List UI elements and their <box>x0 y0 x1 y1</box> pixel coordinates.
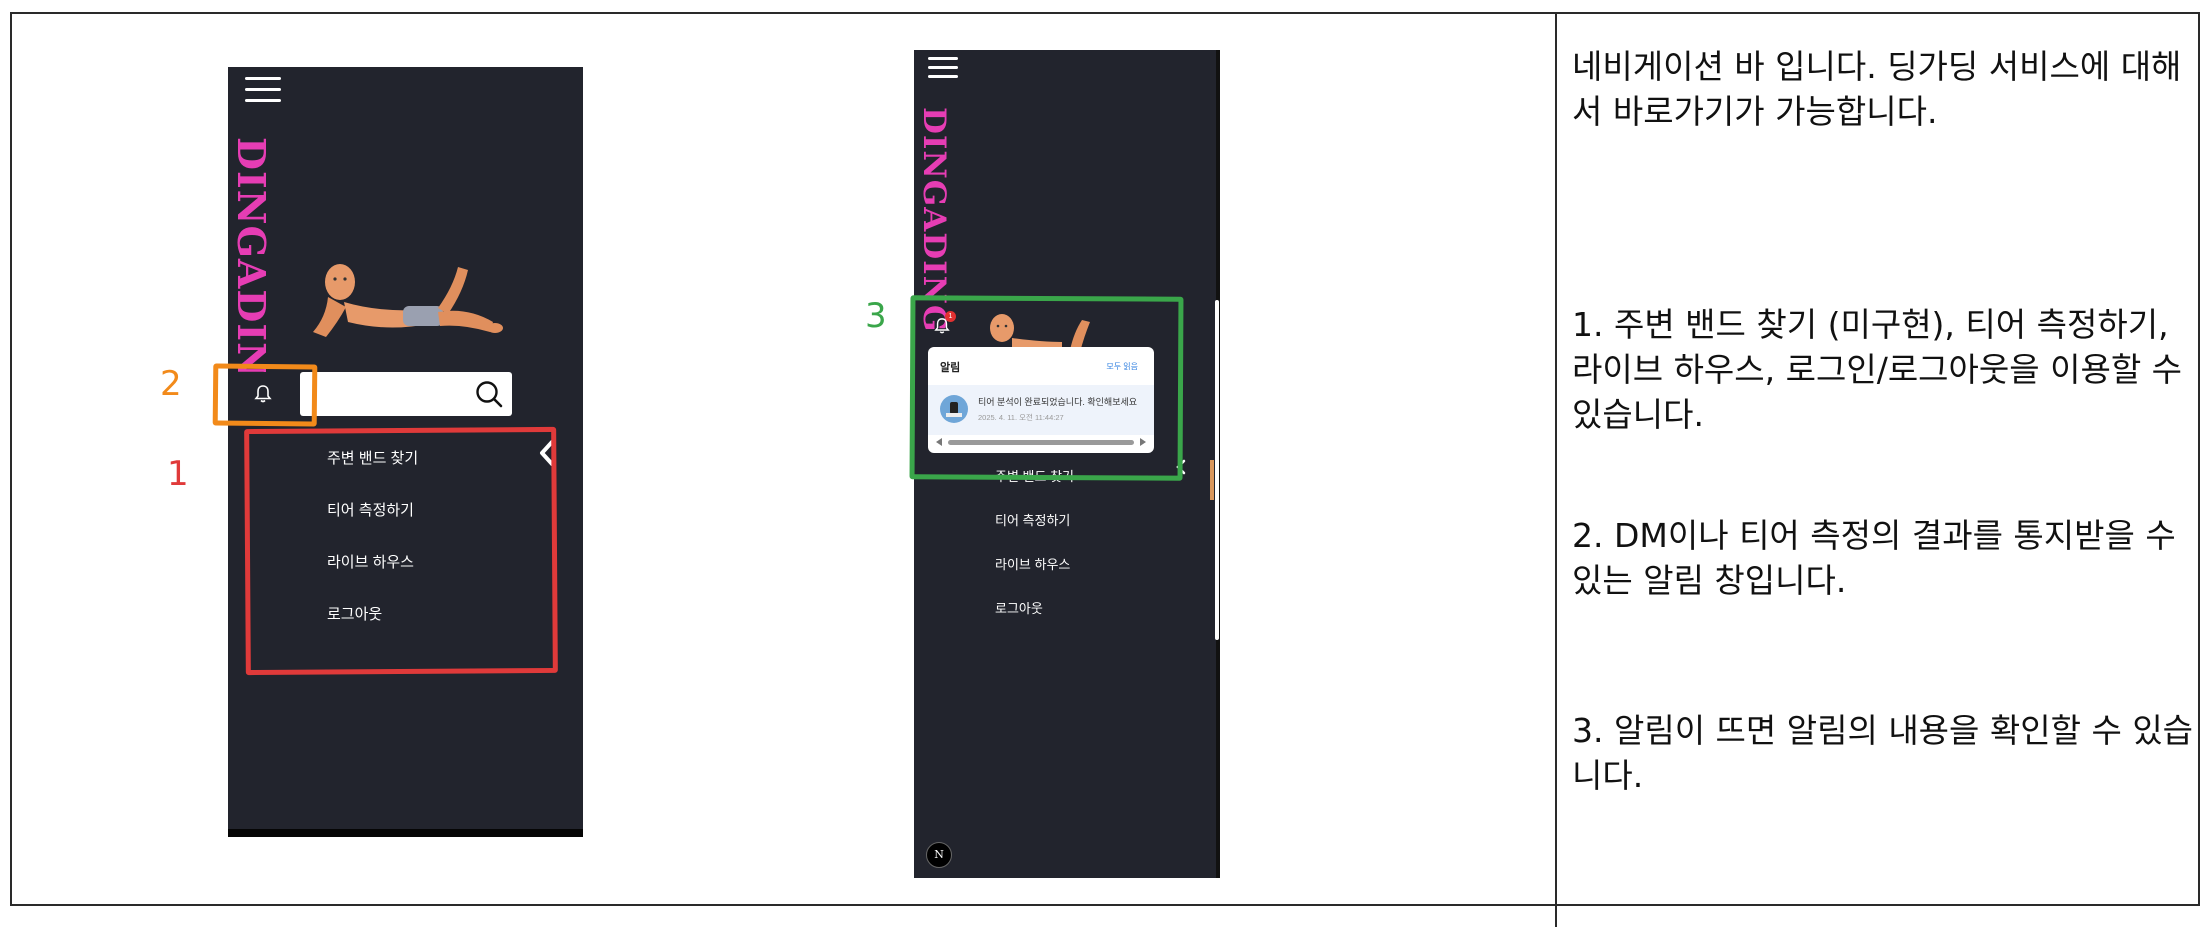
content-peek <box>1210 460 1214 500</box>
annotation-box-2 <box>212 363 318 427</box>
annotation-box-3 <box>909 295 1184 481</box>
description-notification-content: 3. 알림이 뜨면 알림의 내용을 확인할 수 있습니다. <box>1572 711 2194 795</box>
description-navigation: 네비게이션 바 입니다. 딩가딩 서비스에 대해서 바로가기가 가능합니다. <box>1572 47 2182 131</box>
character-illustration <box>313 264 503 337</box>
description-menu: 1. 주변 밴드 찾기 (미구현), 티어 측정하기, 라이브 하우스, 로그인… <box>1572 305 2183 434</box>
annotation-box-1 <box>244 426 558 676</box>
bottom-bar <box>228 829 583 837</box>
annotation-label-1: 1 <box>167 454 189 494</box>
panel-divider <box>1555 14 1557 927</box>
hamburger-menu-icon[interactable] <box>245 77 281 103</box>
scrollbar[interactable] <box>1215 300 1219 640</box>
search-input[interactable] <box>300 372 512 416</box>
annotation-label-3: 3 <box>865 296 887 336</box>
menu-item-live-house[interactable]: 라이브 하우스 <box>995 554 1070 573</box>
description-notification-window: 2. DM이나 티어 측정의 결과를 통지받을 수 있는 알림 창입니다. <box>1572 516 2176 600</box>
annotation-label-2: 2 <box>160 364 182 404</box>
hamburger-menu-icon[interactable] <box>928 57 958 79</box>
search-icon[interactable] <box>474 379 504 409</box>
corner-logo-icon[interactable]: N <box>926 842 952 868</box>
menu-item-tier-measure[interactable]: 티어 측정하기 <box>995 510 1070 529</box>
menu-item-logout[interactable]: 로그아웃 <box>995 598 1043 617</box>
